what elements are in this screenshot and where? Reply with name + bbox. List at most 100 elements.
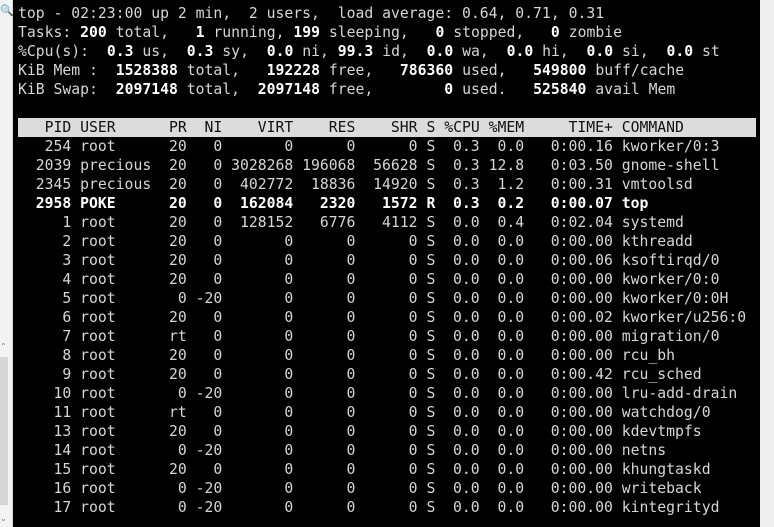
virt-cell: VIRT	[257, 119, 294, 136]
terminal[interactable]: top - 02:23:00 up 2 min, 2 users, load a…	[13, 0, 760, 527]
res-cell: 0	[346, 290, 356, 307]
process-row[interactable]: 8 root 20 0 0 0 0 S 0.0 0.0 0:00.00 rcu_bh	[18, 346, 675, 365]
scroll-up-icon[interactable]: ⌃	[0, 342, 7, 351]
pr-cell: 20	[168, 233, 187, 250]
ni-cell: NI	[204, 119, 223, 136]
process-row[interactable]: 4 root 20 0 0 0 0 S 0.0 0.0 0:00.00 kworker/0:0	[18, 270, 719, 289]
process-row[interactable]: 11 root rt 0 0 0 0 S 0.0 0.0 0:00.00 watchdog/0	[18, 403, 711, 422]
user-cell: root	[80, 252, 116, 269]
pr-cell: 0	[177, 480, 187, 497]
virt-cell: 128152	[239, 214, 294, 231]
pid-cell: PID	[44, 119, 72, 136]
pr-cell: rt	[168, 404, 187, 421]
state-cell: S	[426, 442, 436, 459]
time-cell: 0:00.00	[550, 480, 613, 497]
shr-cell: 14920	[373, 176, 418, 193]
res-cell: RES	[328, 119, 356, 136]
virt-cell: 162084	[239, 195, 294, 212]
cpu-cell: 0.0	[453, 290, 480, 307]
mem-cell: %MEM	[488, 119, 525, 136]
res-cell: 0	[346, 385, 356, 402]
state-cell: S	[426, 423, 436, 440]
state-cell: S	[426, 290, 436, 307]
user-cell: root	[80, 442, 116, 459]
pr-cell: 20	[168, 309, 187, 326]
shr-cell: 0	[408, 347, 418, 364]
process-row[interactable]: 14 root 0 -20 0 0 0 S 0.0 0.0 0:00.00 netns	[18, 441, 667, 460]
time-cell: 0:03.50	[550, 157, 613, 174]
process-row[interactable]: 16 root 0 -20 0 0 0 S 0.0 0.0 0:00.00 writeback	[18, 479, 702, 498]
time-cell: TIME+	[568, 119, 613, 136]
command-cell: migration/0	[621, 328, 720, 345]
pid-cell: 8	[62, 347, 72, 364]
state-cell: S	[426, 309, 436, 326]
cpu-cell: 0.0	[453, 309, 480, 326]
state-cell: S	[426, 480, 436, 497]
res-cell: 0	[346, 233, 356, 250]
mem-cell: 0.0	[497, 309, 525, 326]
mem-cell: 0.0	[497, 385, 525, 402]
process-row[interactable]: 17 root 0 -20 0 0 0 S 0.0 0.0 0:00.00 kintegrityd	[18, 498, 720, 517]
mem-cell: 0.0	[497, 271, 525, 288]
shr-cell: 1572	[382, 195, 418, 212]
user-cell: root	[80, 385, 116, 402]
swap-line: KiB Swap: 2097148 total, 2097148 free, 0…	[18, 81, 676, 98]
pid-cell: 16	[53, 480, 72, 497]
res-cell: 0	[346, 271, 356, 288]
state-cell: S	[426, 328, 436, 345]
res-cell: 0	[346, 252, 356, 269]
pr-cell: 0	[177, 290, 187, 307]
process-row[interactable]: 5 root 0 -20 0 0 0 S 0.0 0.0 0:00.00 kworker/0:0H	[18, 289, 728, 308]
res-cell: 196068	[302, 157, 356, 174]
pid-cell: 10	[53, 385, 72, 402]
time-cell: 0:00.02	[550, 309, 613, 326]
ni-cell: 0	[213, 366, 223, 383]
shr-cell: 0	[408, 233, 418, 250]
process-row[interactable]: 1 root 20 0 128152 6776 4112 S 0.0 0.4 0:02.04 syst…	[18, 213, 684, 232]
time-cell: 0:00.00	[550, 404, 613, 421]
search-icon[interactable]: 🔍	[0, 4, 14, 18]
state-cell: S	[426, 119, 436, 136]
column-header-bar: PID USER PR NI VIRT RES SHR S %CPU %MEM TIME+ COMMA…	[18, 118, 756, 137]
process-row[interactable]: 3 root 20 0 0 0 0 S 0.0 0.0 0:00.06 ksoftirqd/0	[18, 251, 719, 270]
virt-cell: 0	[284, 366, 294, 383]
process-row[interactable]: 2345 precious 20 0 402772 18836 14920 S 0.3 1.2 0:…	[18, 175, 693, 194]
pr-cell: 20	[168, 271, 187, 288]
command-cell: COMMAND	[621, 119, 684, 136]
process-row[interactable]: 10 root 0 -20 0 0 0 S 0.0 0.0 0:00.00 lru-add-drain	[18, 384, 738, 403]
command-cell: kworker/0:0H	[621, 290, 729, 307]
pid-cell: 1	[62, 214, 72, 231]
scrollbar[interactable]	[0, 357, 8, 505]
process-row[interactable]: 2 root 20 0 0 0 0 S 0.0 0.0 0:00.00 kthreadd	[18, 232, 692, 251]
process-row[interactable]: 13 root 20 0 0 0 0 S 0.0 0.0 0:00.00 kdevtmpfs	[18, 422, 702, 441]
process-row[interactable]: 15 root 20 0 0 0 0 S 0.0 0.0 0:00.00 khungtaskd	[18, 460, 711, 479]
time-cell: 0:00.42	[550, 366, 613, 383]
pid-cell: 4	[62, 271, 72, 288]
mem-cell: 0.4	[497, 214, 525, 231]
ni-cell: 0	[213, 252, 223, 269]
user-cell: root	[80, 290, 116, 307]
pid-cell: 15	[53, 461, 72, 478]
uptime-line: top - 02:23:00 up 2 min, 2 users, load a…	[18, 5, 605, 22]
process-row[interactable]: 9 root 20 0 0 0 0 S 0.0 0.0 0:00.42 rcu_sched	[18, 365, 701, 384]
tasks-line: Tasks: 200 total, 1 running, 199 sleepin…	[18, 24, 622, 41]
process-row[interactable]: 2039 precious 20 0 3028268 196068 56628 S 0.3 12.…	[18, 156, 720, 175]
process-row[interactable]: 6 root 20 0 0 0 0 S 0.0 0.0 0:00.02 kworker/u256:0	[18, 308, 746, 327]
pid-cell: 3	[62, 252, 72, 269]
shr-cell: 0	[408, 442, 418, 459]
state-cell: S	[426, 214, 436, 231]
shr-cell: 0	[408, 385, 418, 402]
scroll-down-icon[interactable]: ⌄	[0, 514, 7, 523]
process-row[interactable]: 254 root 20 0 0 0 0 S 0.3 0.0 0:00.16 kworker/0:3	[18, 137, 720, 156]
mem-line: KiB Mem : 1528388 total, 192228 free, 78…	[18, 62, 685, 79]
command-cell: khungtaskd	[621, 461, 711, 478]
shr-cell: 56628	[373, 157, 418, 174]
time-cell: 0:00.16	[550, 138, 613, 155]
process-row[interactable]: 2958 POKE 20 0 162084 2320 1572 R 0.3 0.2 0:00.07 t…	[18, 194, 649, 213]
user-cell: root	[80, 214, 116, 231]
shr-cell: 0	[408, 480, 418, 497]
command-cell: lru-add-drain	[621, 385, 738, 402]
mem-cell: 0.0	[497, 404, 525, 421]
process-row[interactable]: 7 root rt 0 0 0 0 S 0.0 0.0 0:00.00 migration/0	[18, 327, 719, 346]
cpu-cell: 0.0	[453, 442, 480, 459]
